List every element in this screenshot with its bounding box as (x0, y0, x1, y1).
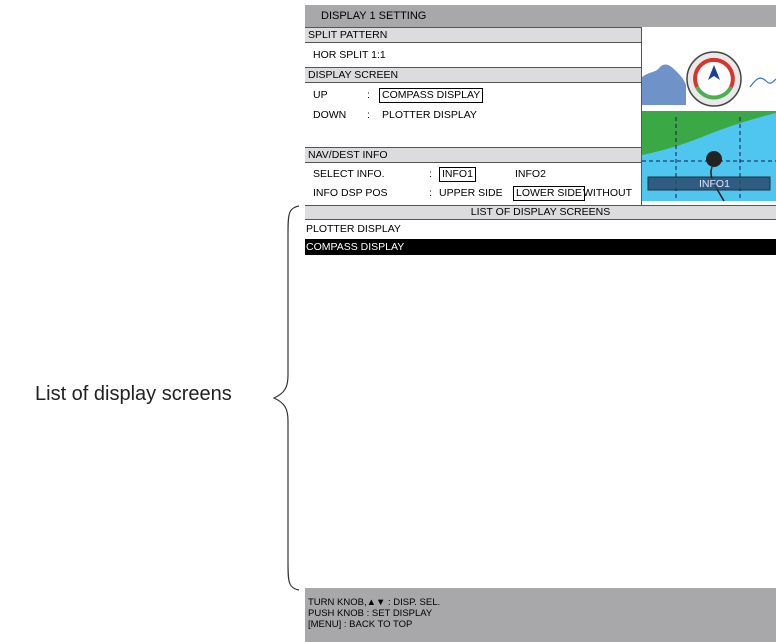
guide-line-3: [MENU] : BACK TO TOP (308, 619, 413, 630)
select-info-label: SELECT INFO. (313, 168, 385, 180)
select-info-option-2[interactable]: INFO2 (515, 168, 546, 181)
guide-line-2: PUSH KNOB : SET DISPLAY (308, 608, 433, 619)
split-pattern-heading-text: SPLIT PATTERN (308, 29, 388, 41)
nav-dest-heading: NAV/DEST INFO (305, 147, 641, 163)
key-guide-footer: TURN KNOB,▲▼ : DISP. SEL. PUSH KNOB : SE… (305, 588, 776, 642)
info-pos-upper-side[interactable]: UPPER SIDE (439, 187, 503, 200)
display-down-label: DOWN (313, 109, 347, 121)
display-up-sep: : (367, 89, 370, 101)
display-screen-heading-text: DISPLAY SCREEN (308, 69, 399, 81)
guide-line-1: TURN KNOB,▲▼ : DISP. SEL. (308, 597, 441, 608)
select-info-option-1[interactable]: INFO1 (439, 167, 476, 182)
select-info-sep: : (429, 168, 432, 180)
info-pos-sep: : (429, 187, 432, 199)
split-pattern-value[interactable]: HOR SPLIT 1:1 (313, 49, 386, 62)
window-title-bar: DISPLAY 1 SETTING (305, 5, 776, 27)
list-item-plotter-display[interactable]: PLOTTER DISPLAY (305, 221, 776, 237)
list-item-label: COMPASS DISPLAY (306, 241, 405, 253)
nav-dest-heading-text: NAV/DEST INFO (308, 149, 388, 161)
compass-dial-icon (642, 49, 776, 107)
info-pos-without[interactable]: WITHOUT (583, 187, 632, 200)
info-pos-lower-side[interactable]: LOWER SIDE (513, 186, 585, 201)
display-setting-window: DISPLAY 1 SETTING SPLIT PATTERN HOR SPLI… (305, 5, 776, 642)
split-pattern-heading: SPLIT PATTERN (305, 27, 641, 43)
display-up-label: UP (313, 89, 328, 101)
display-screen-heading: DISPLAY SCREEN (305, 67, 641, 83)
display-down-sep: : (367, 109, 370, 121)
annotation-brace (272, 205, 300, 591)
window-title: DISPLAY 1 SETTING (321, 10, 427, 22)
info-pos-label: INFO DSP POS (313, 187, 388, 199)
list-item-compass-display[interactable]: COMPASS DISPLAY (305, 239, 776, 255)
display-up-value[interactable]: COMPASS DISPLAY (379, 88, 484, 103)
list-item-label: PLOTTER DISPLAY (306, 223, 401, 235)
preview-info-label: INFO1 (699, 178, 730, 190)
display-down-value[interactable]: PLOTTER DISPLAY (382, 109, 477, 122)
annotation-label: List of display screens (35, 383, 232, 405)
list-heading: LIST OF DISPLAY SCREENS (305, 206, 776, 220)
